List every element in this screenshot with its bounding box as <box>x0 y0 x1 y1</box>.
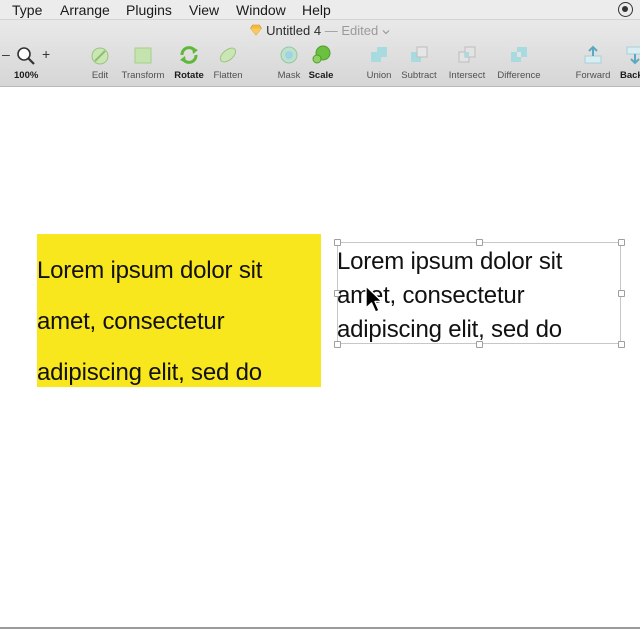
text-line: amet, consectetur <box>37 308 225 335</box>
screen-record-icon[interactable] <box>618 2 633 17</box>
forward-tool[interactable]: Forward <box>576 44 610 81</box>
difference-icon <box>511 47 527 62</box>
menu-view[interactable]: View <box>189 2 219 18</box>
mask-icon <box>280 46 298 64</box>
forward-icon <box>584 45 602 64</box>
backward-tool[interactable]: Back <box>620 44 640 81</box>
intersect-tool[interactable]: Intersect <box>449 44 485 81</box>
menu-arrange[interactable]: Arrange <box>60 2 110 18</box>
intersect-icon <box>458 46 476 63</box>
sketch-document-icon <box>250 24 263 36</box>
flatten-tool[interactable]: Flatten <box>213 44 243 81</box>
subtract-icon <box>411 46 428 62</box>
subtract-tool[interactable]: Subtract <box>401 44 437 81</box>
edited-status: Edited <box>341 23 379 38</box>
transform-icon <box>134 47 152 64</box>
transform-tool[interactable]: Transform <box>122 44 164 81</box>
menu-bar: Type Arrange Plugins View Window Help <box>0 0 640 20</box>
difference-tool[interactable]: Difference <box>497 44 541 81</box>
highlighted-text-layer[interactable]: Lorem ipsum dolor sit amet, consectetur … <box>37 245 321 398</box>
zoom-out-button[interactable]: – <box>2 46 10 62</box>
mask-tool[interactable]: Mask <box>278 44 300 81</box>
document-title[interactable]: Untitled 4 — Edited <box>0 23 640 38</box>
scale-tool[interactable]: Scale <box>309 44 333 81</box>
menu-type[interactable]: Type <box>12 2 42 18</box>
mouse-pointer-icon <box>365 285 383 313</box>
rotate-tool[interactable]: Rotate <box>174 44 204 81</box>
menu-window[interactable]: Window <box>236 2 286 18</box>
flatten-icon <box>219 47 237 63</box>
menu-help[interactable]: Help <box>302 2 331 18</box>
backward-icon <box>626 46 640 65</box>
edit-icon <box>91 47 109 65</box>
zoom-in-button[interactable]: + <box>42 46 50 62</box>
menu-plugins[interactable]: Plugins <box>126 2 172 18</box>
scale-icon <box>312 45 331 64</box>
chevron-down-icon <box>382 30 390 35</box>
rotate-icon <box>180 46 198 64</box>
union-tool[interactable]: Union <box>367 44 391 81</box>
text-line: Lorem ipsum dolor sit <box>37 257 263 284</box>
toolbar: Untitled 4 — Edited – + 100% Edit Transf… <box>0 20 640 87</box>
title-separator: — <box>324 23 338 38</box>
union-icon <box>371 47 387 62</box>
text-line: Lorem ipsum dolor sit <box>337 248 563 275</box>
zoom-icon[interactable] <box>16 46 36 66</box>
text-line: adipiscing elit, sed do <box>337 316 562 343</box>
edit-tool[interactable]: Edit <box>89 44 111 81</box>
zoom-level: 100% <box>14 70 39 81</box>
text-line: adipiscing elit, sed do <box>37 359 262 386</box>
document-name: Untitled 4 <box>266 23 322 38</box>
